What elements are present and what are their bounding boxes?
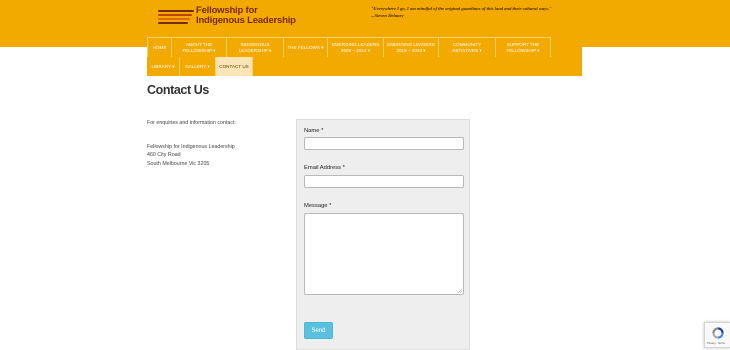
nav-item-emerging-2015[interactable]: EMERGING LEADERS 2015 – 2024 ▾ [384, 37, 439, 57]
site-logo[interactable]: Fellowship for Indigenous Leadership [158, 6, 298, 30]
address-line-3: South Melbourne Vic 3205 [147, 160, 210, 167]
name-label: Name * [304, 128, 324, 134]
nav-item-gallery[interactable]: GALLERY ▾ [180, 57, 216, 76]
nav-label: ABOUT THE [185, 41, 213, 47]
nav-label-2: 2015 – 2024 ▾ [396, 47, 426, 53]
nav-item-community[interactable]: COMMUNITY INITIATIVES ▾ [439, 37, 496, 57]
nav-label: SUPPORT THE [506, 41, 540, 47]
resize-grip-icon[interactable] [457, 288, 462, 293]
nav-item-emerging-2006[interactable]: EMERGING LEADERS 2006 – 2014 ▾ [328, 37, 384, 57]
logo-stripes-icon [158, 10, 196, 26]
name-input[interactable] [304, 137, 464, 150]
email-label: Email Address * [304, 165, 345, 171]
nav-item-support[interactable]: SUPPORT THE FELLOWSHIP ▾ [496, 37, 551, 57]
recaptcha-icon [712, 327, 724, 339]
send-button[interactable]: Send [304, 322, 333, 339]
contact-info: For enquiries and information contact: F… [147, 119, 287, 168]
nav-label: GALLERY ▾ [185, 63, 210, 69]
nav-label: INDIGENOUS [240, 41, 270, 47]
nav-row-1: HOME ABOUT THE FELLOWSHIP ▾ INDIGENOUS LEA… [147, 37, 551, 57]
page-title: Contact Us [147, 83, 209, 97]
contact-form: Name * Email Address * Message * Send [296, 119, 470, 350]
email-input[interactable] [304, 175, 464, 188]
quote-text: "Everywhere I go, I am mindful of the or… [371, 6, 552, 11]
nav-item-contact-us[interactable]: CONTACT US [216, 57, 253, 76]
main-navigation: HOME ABOUT THE FELLOWSHIP ▾ INDIGENOUS LEA… [147, 37, 582, 76]
address-line-1: Fellowship for Indigenous Leadership [147, 143, 235, 150]
nav-item-the-fellows[interactable]: THE FELLOWS ▾ [284, 37, 328, 57]
nav-item-home[interactable]: HOME [147, 37, 172, 57]
logo-line2: Indigenous Leadership [196, 15, 296, 26]
nav-label: EMERGING LEADERS [331, 41, 380, 47]
header-quote: "Everywhere I go, I am mindful of the or… [371, 5, 586, 19]
nav-label: CONTACT US [219, 63, 249, 69]
nav-label: HOME [152, 44, 167, 50]
nav-label-2: INITIATIVES ▾ [452, 47, 482, 53]
nav-label: EMERGING LEADERS [387, 41, 435, 47]
nav-row-2: LIBRARY ▾ GALLERY ▾ CONTACT US [147, 57, 253, 76]
nav-label-2: FELLOWSHIP ▾ [506, 47, 540, 53]
nav-label-2: LEADERSHIP ▾ [238, 47, 272, 53]
logo-text: Fellowship for Indigenous Leadership [196, 6, 296, 26]
quote-author: ...Steven Delaney [371, 13, 404, 18]
nav-label: LIBRARY ▾ [151, 63, 175, 69]
message-textarea[interactable] [304, 213, 464, 295]
address-line-2: 460 City Road [147, 152, 181, 158]
nav-item-library[interactable]: LIBRARY ▾ [147, 57, 180, 76]
recaptcha-badge[interactable]: Privacy - Terms [704, 322, 730, 348]
nav-label-2: FELLOWSHIP ▾ [182, 47, 216, 53]
recaptcha-links[interactable]: Privacy - Terms [707, 342, 725, 345]
contact-intro: For enquiries and information contact: [147, 120, 236, 126]
nav-label-2: 2006 – 2014 ▾ [340, 47, 371, 53]
nav-item-about[interactable]: ABOUT THE FELLOWSHIP ▾ [172, 37, 227, 57]
nav-label: COMMUNITY [452, 41, 482, 47]
nav-item-indigenous-leadership[interactable]: INDIGENOUS LEADERSHIP ▾ [227, 37, 284, 57]
message-label: Message * [304, 203, 332, 209]
nav-label: THE FELLOWS ▾ [287, 44, 324, 50]
